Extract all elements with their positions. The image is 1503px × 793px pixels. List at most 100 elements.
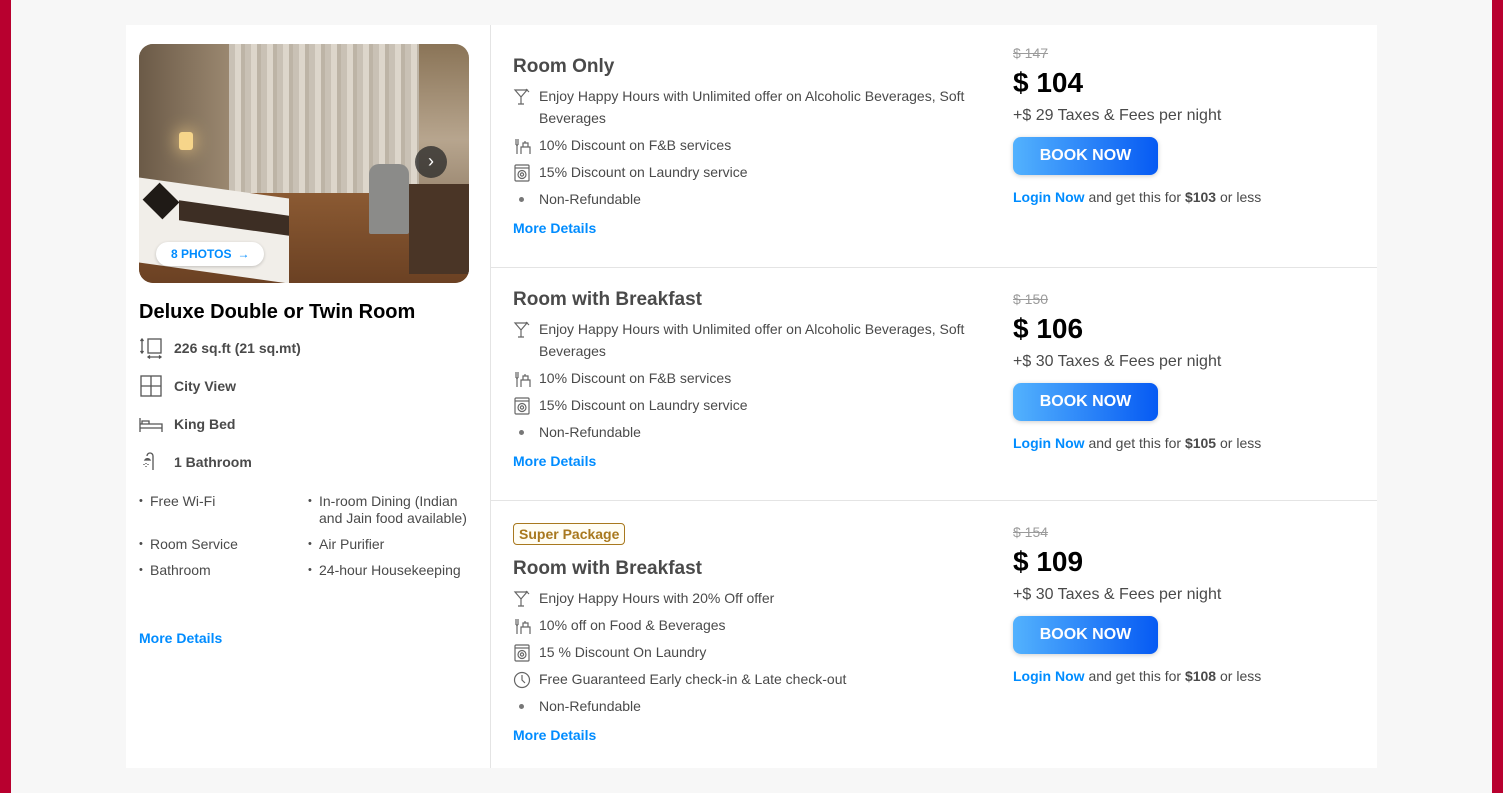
discounted-price: $ 104 bbox=[1013, 67, 1084, 98]
login-price: $103 bbox=[1184, 189, 1217, 205]
amenity-item: Room Service bbox=[139, 536, 308, 553]
inclusion-item: Enjoy Happy Hours with 20% Off offer bbox=[513, 587, 983, 609]
plan-more-details-link[interactable]: More Details bbox=[513, 727, 983, 743]
amenity-item: Free Wi-Fi bbox=[139, 493, 308, 527]
inclusion-text: 10% Discount on F&B services bbox=[539, 370, 732, 386]
feature-label: King Bed bbox=[174, 416, 236, 432]
inclusion-text: Enjoy Happy Hours with Unlimited offer o… bbox=[539, 321, 965, 359]
inclusion-text: Enjoy Happy Hours with Unlimited offer o… bbox=[539, 88, 965, 126]
login-offer: Login Now and get this for $108 or less bbox=[1013, 668, 1262, 684]
super-package-badge: Super Package bbox=[513, 523, 626, 545]
taxes-fees: +$ 30 Taxes & Fees per night bbox=[1013, 353, 1222, 370]
laundry-icon bbox=[513, 397, 531, 415]
rate-plans: Room Only Enjoy Happy Hours with Unlimit… bbox=[491, 25, 1377, 768]
login-now-link[interactable]: Login Now bbox=[1013, 435, 1085, 451]
feature-label: 1 Bathroom bbox=[174, 454, 252, 470]
cocktail-icon bbox=[513, 321, 531, 339]
bullet-icon bbox=[519, 430, 524, 435]
original-price: $ 154 bbox=[1013, 524, 1049, 540]
plan-more-details-link[interactable]: More Details bbox=[513, 453, 983, 469]
feature-area: 226 sq.ft (21 sq.mt) bbox=[139, 334, 490, 362]
amenities-list: Free Wi-Fi In-room Dining (Indian and Ja… bbox=[139, 493, 490, 579]
area-icon bbox=[139, 336, 165, 360]
login-now-link[interactable]: Login Now bbox=[1013, 189, 1085, 205]
window-icon bbox=[139, 374, 165, 398]
login-now-link[interactable]: Login Now bbox=[1013, 668, 1085, 684]
book-now-button[interactable]: BOOK NOW bbox=[1013, 616, 1158, 654]
photos-button[interactable]: 8 PHOTOS → bbox=[156, 242, 265, 266]
inclusion-item: 10% off on Food & Beverages bbox=[513, 614, 983, 636]
inclusion-text: Non-Refundable bbox=[539, 424, 641, 440]
discounted-price: $ 109 bbox=[1013, 546, 1084, 577]
dining-icon bbox=[513, 137, 531, 155]
bullet-icon bbox=[519, 704, 524, 709]
inclusion-item: Enjoy Happy Hours with Unlimited offer o… bbox=[513, 85, 983, 129]
amenity-item: In-room Dining (Indian and Jain food ava… bbox=[308, 493, 468, 527]
inclusion-item: Free Guaranteed Early check-in & Late ch… bbox=[513, 668, 983, 690]
rate-plan: Super Package Room with Breakfast Enjoy … bbox=[491, 501, 1377, 768]
room-card: › 8 PHOTOS → Deluxe Double or Twin Room 2… bbox=[126, 25, 1377, 768]
inclusion-item: 10% Discount on F&B services bbox=[513, 134, 983, 156]
plan-name: Room Only bbox=[513, 56, 615, 77]
feature-bed: King Bed bbox=[139, 410, 490, 438]
login-offer: Login Now and get this for $105 or less bbox=[1013, 435, 1262, 451]
login-offer: Login Now and get this for $103 or less bbox=[1013, 189, 1262, 205]
taxes-fees: +$ 30 Taxes & Fees per night bbox=[1013, 586, 1222, 603]
inclusion-text: Free Guaranteed Early check-in & Late ch… bbox=[539, 671, 847, 687]
bed-icon bbox=[139, 412, 165, 436]
discounted-price: $ 106 bbox=[1013, 313, 1084, 344]
original-price: $ 147 bbox=[1013, 45, 1049, 61]
right-brand-bar bbox=[1492, 0, 1503, 793]
dining-icon bbox=[513, 370, 531, 388]
photos-count-label: 8 PHOTOS bbox=[171, 247, 232, 261]
book-now-button[interactable]: BOOK NOW bbox=[1013, 137, 1158, 175]
inclusion-item: 15% Discount on Laundry service bbox=[513, 161, 983, 183]
room-info: › 8 PHOTOS → Deluxe Double or Twin Room 2… bbox=[126, 25, 491, 768]
amenity-item: Air Purifier bbox=[308, 536, 468, 553]
rate-plan: Room Only Enjoy Happy Hours with Unlimit… bbox=[491, 25, 1377, 268]
login-price: $108 bbox=[1184, 668, 1217, 684]
rate-plan: Room with Breakfast Enjoy Happy Hours wi… bbox=[491, 268, 1377, 501]
cocktail-icon bbox=[513, 88, 531, 106]
feature-label: City View bbox=[174, 378, 236, 394]
taxes-fees: +$ 29 Taxes & Fees per night bbox=[1013, 107, 1222, 124]
feature-view: City View bbox=[139, 372, 490, 400]
inclusion-item: 15% Discount on Laundry service bbox=[513, 394, 983, 416]
amenity-item: 24-hour Housekeeping bbox=[308, 562, 468, 579]
bullet-icon bbox=[519, 197, 524, 202]
inclusion-text: 15% Discount on Laundry service bbox=[539, 164, 748, 180]
next-photo-button[interactable]: › bbox=[415, 146, 447, 178]
cocktail-icon bbox=[513, 590, 531, 608]
inclusion-text: Non-Refundable bbox=[539, 698, 641, 714]
inclusion-item: Non-Refundable bbox=[513, 695, 983, 717]
inclusion-text: Non-Refundable bbox=[539, 191, 641, 207]
feature-bathroom: 1 Bathroom bbox=[139, 448, 490, 476]
room-photo[interactable]: › 8 PHOTOS → bbox=[139, 44, 469, 283]
inclusion-item: Non-Refundable bbox=[513, 421, 983, 443]
chevron-right-icon: › bbox=[428, 151, 434, 171]
inclusion-text: Enjoy Happy Hours with 20% Off offer bbox=[539, 590, 775, 606]
original-price: $ 150 bbox=[1013, 291, 1049, 307]
inclusion-text: 15% Discount on Laundry service bbox=[539, 397, 748, 413]
inclusion-item: Enjoy Happy Hours with Unlimited offer o… bbox=[513, 318, 983, 362]
room-more-details-link[interactable]: More Details bbox=[139, 630, 222, 646]
inclusion-text: 15 % Discount On Laundry bbox=[539, 644, 707, 660]
left-brand-bar bbox=[0, 0, 11, 793]
book-now-button[interactable]: BOOK NOW bbox=[1013, 383, 1158, 421]
plan-name: Room with Breakfast bbox=[513, 289, 702, 310]
inclusion-text: 10% Discount on F&B services bbox=[539, 137, 732, 153]
plan-name: Room with Breakfast bbox=[513, 558, 702, 579]
inclusion-item: 15 % Discount On Laundry bbox=[513, 641, 983, 663]
amenity-item: Bathroom bbox=[139, 562, 308, 579]
login-price: $105 bbox=[1184, 435, 1217, 451]
inclusion-item: Non-Refundable bbox=[513, 188, 983, 210]
inclusion-text: 10% off on Food & Beverages bbox=[539, 617, 726, 633]
inclusion-item: 10% Discount on F&B services bbox=[513, 367, 983, 389]
dining-icon bbox=[513, 617, 531, 635]
plan-more-details-link[interactable]: More Details bbox=[513, 220, 983, 236]
feature-label: 226 sq.ft (21 sq.mt) bbox=[174, 340, 301, 356]
shower-icon bbox=[139, 450, 165, 474]
laundry-icon bbox=[513, 164, 531, 182]
clock-icon bbox=[513, 671, 531, 689]
arrow-right-icon: → bbox=[237, 247, 250, 261]
